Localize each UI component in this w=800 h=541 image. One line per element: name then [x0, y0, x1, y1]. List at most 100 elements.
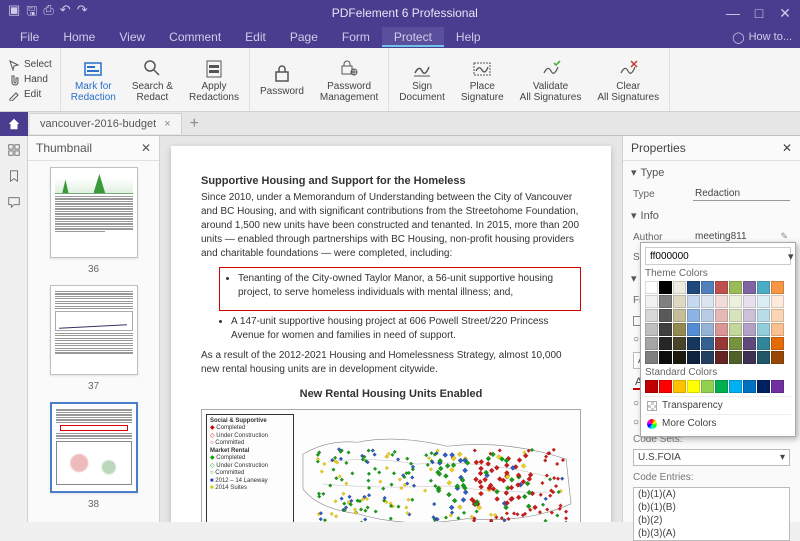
edit-tool[interactable]: Edit [6, 88, 54, 102]
mark-for-redaction-button[interactable]: Mark forRedaction [63, 52, 124, 107]
color-swatch[interactable] [687, 380, 700, 393]
color-swatch[interactable] [673, 295, 686, 308]
thumbnail-page-38[interactable] [50, 402, 138, 493]
dropdown-icon[interactable]: ▾ [785, 250, 797, 263]
color-swatch[interactable] [757, 337, 770, 350]
code-entry[interactable]: (b)(3)(A) [634, 527, 789, 540]
menu-file[interactable]: File [8, 27, 51, 47]
color-swatch[interactable] [659, 380, 672, 393]
color-swatch[interactable] [673, 281, 686, 294]
menu-protect[interactable]: Protect [382, 27, 444, 47]
color-swatch[interactable] [673, 323, 686, 336]
color-swatch[interactable] [729, 295, 742, 308]
select-tool[interactable]: Select [6, 58, 54, 72]
menu-edit[interactable]: Edit [233, 27, 278, 47]
code-entry[interactable]: (b)(1)(B) [634, 501, 789, 514]
color-swatch[interactable] [701, 337, 714, 350]
color-swatch[interactable] [715, 351, 728, 364]
place-signature-button[interactable]: PlaceSignature [453, 52, 512, 107]
menu-form[interactable]: Form [330, 27, 382, 47]
menu-view[interactable]: View [107, 27, 157, 47]
color-swatch[interactable] [687, 295, 700, 308]
hex-input[interactable] [650, 251, 782, 262]
color-swatch[interactable] [715, 309, 728, 322]
search-redact-button[interactable]: Search &Redact [124, 52, 181, 107]
color-swatch[interactable] [673, 380, 686, 393]
color-swatch[interactable] [715, 323, 728, 336]
color-swatch[interactable] [771, 323, 784, 336]
color-swatch[interactable] [659, 309, 672, 322]
color-swatch[interactable] [701, 295, 714, 308]
color-swatch[interactable] [743, 337, 756, 350]
properties-panel-close-icon[interactable]: ✕ [782, 141, 792, 155]
code-entry[interactable]: (b)(2) [634, 514, 789, 527]
clear-all-signatures-button[interactable]: ClearAll Signatures [589, 52, 667, 107]
menu-help[interactable]: Help [444, 27, 493, 47]
document-tab[interactable]: vancouver-2016-budget × [30, 113, 182, 134]
color-swatch[interactable] [743, 323, 756, 336]
color-swatch[interactable] [701, 309, 714, 322]
color-swatch[interactable] [771, 351, 784, 364]
color-swatch[interactable] [659, 351, 672, 364]
howto-link[interactable]: ◯ How to... [732, 31, 792, 44]
color-swatch[interactable] [659, 281, 672, 294]
validate-all-signatures-button[interactable]: ValidateAll Signatures [512, 52, 590, 107]
color-swatch[interactable] [757, 380, 770, 393]
color-swatch[interactable] [743, 295, 756, 308]
color-swatch[interactable] [771, 295, 784, 308]
color-swatch[interactable] [743, 351, 756, 364]
thumbnail-page-36[interactable] [50, 167, 138, 258]
page-view[interactable]: Supportive Housing and Support for the H… [160, 136, 622, 522]
color-swatch[interactable] [687, 337, 700, 350]
minimize-button[interactable]: ― [722, 5, 744, 22]
menu-page[interactable]: Page [278, 27, 330, 47]
color-swatch[interactable] [729, 309, 742, 322]
close-button[interactable]: ✕ [774, 5, 796, 22]
color-swatch[interactable] [715, 380, 728, 393]
info-section-header[interactable]: ▾ Info [623, 204, 800, 227]
color-swatch[interactable] [645, 323, 658, 336]
comments-tab-icon[interactable] [6, 194, 22, 210]
password-management-button[interactable]: PasswordManagement [312, 52, 386, 107]
more-colors-button[interactable]: More Colors [645, 414, 791, 432]
color-swatch[interactable] [771, 281, 784, 294]
hand-tool[interactable]: Hand [6, 73, 54, 87]
color-swatch[interactable] [701, 351, 714, 364]
color-swatch[interactable] [673, 351, 686, 364]
color-swatch[interactable] [645, 295, 658, 308]
undo-icon[interactable]: ↶ [60, 2, 71, 24]
color-swatch[interactable] [645, 337, 658, 350]
thumbnail-panel-close-icon[interactable]: ✕ [141, 141, 151, 155]
color-swatch[interactable] [743, 309, 756, 322]
color-swatch[interactable] [771, 337, 784, 350]
color-swatch[interactable] [757, 309, 770, 322]
menu-home[interactable]: Home [51, 27, 107, 47]
color-swatch[interactable] [645, 380, 658, 393]
password-button[interactable]: Password [252, 52, 312, 107]
color-swatch[interactable] [757, 351, 770, 364]
color-swatch[interactable] [659, 337, 672, 350]
color-swatch[interactable] [687, 351, 700, 364]
color-swatch[interactable] [687, 281, 700, 294]
color-swatch[interactable] [645, 309, 658, 322]
code-entries-list[interactable]: (b)(1)(A)(b)(1)(B)(b)(2)(b)(3)(A) [633, 487, 790, 541]
code-entry[interactable]: (b)(1)(A) [634, 488, 789, 501]
color-swatch[interactable] [771, 380, 784, 393]
color-swatch[interactable] [715, 295, 728, 308]
color-swatch[interactable] [729, 351, 742, 364]
color-swatch[interactable] [771, 309, 784, 322]
save-icon[interactable]: 🖫 [26, 2, 37, 24]
thumbnails-tab-icon[interactable] [6, 142, 22, 158]
color-swatch[interactable] [701, 380, 714, 393]
color-swatch[interactable] [645, 281, 658, 294]
color-swatch[interactable] [701, 323, 714, 336]
type-section-header[interactable]: ▾ Type [623, 161, 800, 184]
transparency-button[interactable]: Transparency [645, 396, 791, 414]
sign-document-button[interactable]: SignDocument [391, 52, 453, 107]
add-tab-button[interactable]: + [182, 115, 207, 133]
color-swatch[interactable] [729, 281, 742, 294]
color-swatch[interactable] [687, 309, 700, 322]
color-swatch[interactable] [687, 323, 700, 336]
color-swatch[interactable] [729, 337, 742, 350]
color-swatch[interactable] [673, 337, 686, 350]
